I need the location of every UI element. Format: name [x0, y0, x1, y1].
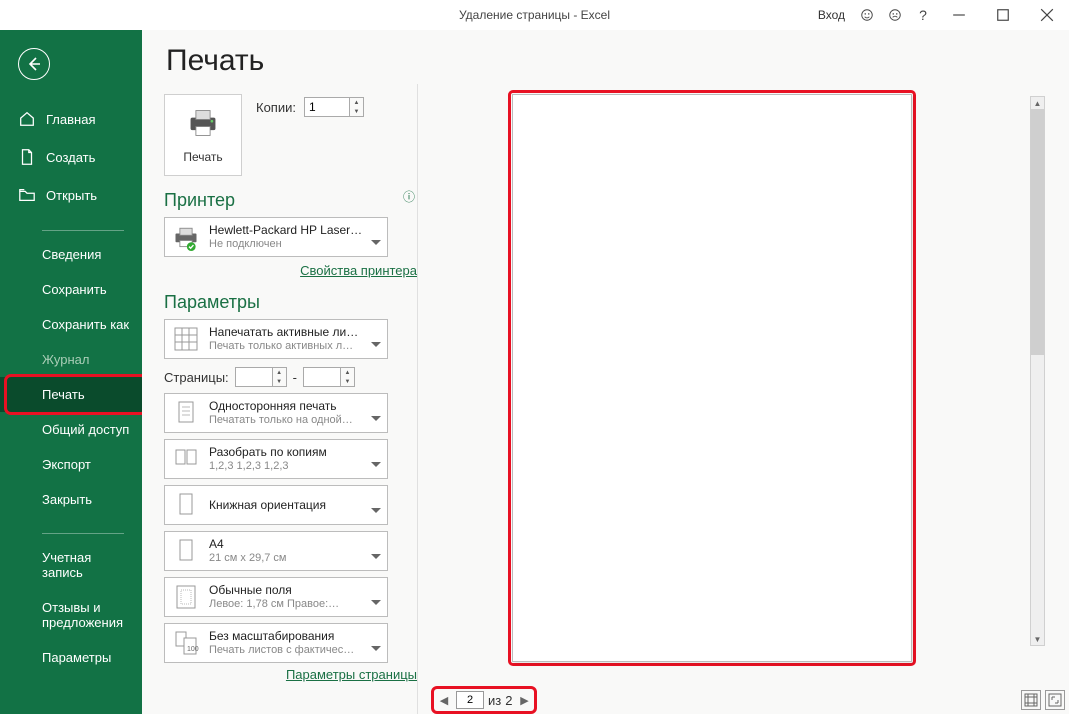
grid-icon — [171, 325, 201, 353]
print-button[interactable]: Печать — [164, 94, 242, 176]
sidebar-item-share[interactable]: Общий доступ — [0, 412, 142, 447]
margins-select[interactable]: Обычные поляЛевое: 1,78 см Правое:… — [164, 577, 388, 617]
printer-status: Не подключен — [209, 238, 363, 251]
of-label: из — [488, 693, 501, 708]
sidebar-item-options[interactable]: Параметры — [0, 640, 142, 675]
sidebar-item-open[interactable]: Открыть — [0, 176, 142, 214]
face-smile-icon[interactable] — [853, 0, 881, 30]
scroll-down-icon[interactable]: ▼ — [1031, 633, 1044, 645]
maximize-button[interactable] — [981, 0, 1025, 30]
copies-label: Копии: — [256, 100, 296, 115]
page-single-icon — [171, 399, 201, 427]
pager: ◀ из 2 ▶ — [436, 691, 532, 709]
printer-section-title: Принтер — [164, 190, 401, 211]
print-what-select[interactable]: Напечатать активные листыПечать только а… — [164, 319, 388, 359]
copies-input[interactable] — [304, 97, 350, 117]
page-title: Печать — [142, 30, 1069, 84]
current-page-input[interactable] — [456, 691, 484, 709]
face-frown-icon[interactable] — [881, 0, 909, 30]
a4-icon — [171, 537, 201, 565]
chevron-down-icon — [371, 548, 381, 554]
page-preview — [512, 94, 912, 662]
sidebar-item-close[interactable]: Закрыть — [0, 482, 142, 517]
prev-page-button[interactable]: ◀ — [436, 691, 452, 709]
next-page-button[interactable]: ▶ — [516, 691, 532, 709]
page-setup-link[interactable]: Параметры страницы — [286, 667, 417, 682]
show-margins-button[interactable] — [1021, 690, 1041, 710]
printer-properties-link[interactable]: Свойства принтера — [300, 263, 417, 278]
backstage-sidebar: Главная Создать Открыть Сведения Сохрани… — [0, 30, 142, 714]
chevron-down-icon — [371, 410, 381, 416]
portrait-icon — [171, 491, 201, 519]
chevron-down-icon — [371, 594, 381, 600]
duplex-select[interactable]: Односторонняя печатьПечатать только на о… — [164, 393, 388, 433]
params-section-title: Параметры — [164, 292, 417, 313]
fit-to-page-button[interactable] — [1045, 690, 1065, 710]
signin-link[interactable]: Вход — [810, 8, 853, 22]
divider — [42, 533, 124, 534]
spinner-down-icon[interactable]: ▼ — [350, 107, 363, 116]
window-title: Удаление страницы - Excel — [459, 8, 610, 22]
collate-select[interactable]: Разобрать по копиям1,2,3 1,2,3 1,2,3 — [164, 439, 388, 479]
spinner-up-icon[interactable]: ▲ — [350, 98, 363, 107]
page-from-spinner[interactable]: ▲▼ — [235, 367, 287, 387]
back-button[interactable] — [18, 48, 50, 80]
sidebar-item-print[interactable]: Печать — [0, 377, 142, 412]
orientation-select[interactable]: Книжная ориентация — [164, 485, 388, 525]
scaling-select[interactable]: 100 Без масштабированияПечать листов с ф… — [164, 623, 388, 663]
scroll-up-icon[interactable]: ▲ — [1031, 97, 1044, 109]
scrollbar[interactable]: ▲ ▼ — [1030, 96, 1045, 646]
scaling-icon: 100 — [171, 629, 201, 657]
divider — [42, 230, 124, 231]
chevron-down-icon — [371, 456, 381, 462]
close-button[interactable] — [1025, 0, 1069, 30]
sidebar-item-home[interactable]: Главная — [0, 100, 142, 138]
printer-name: Hewlett-Packard HP LaserJe… — [209, 223, 363, 237]
chevron-down-icon — [371, 234, 381, 240]
dash: - — [293, 370, 297, 385]
printer-icon — [185, 107, 221, 142]
minimize-button[interactable] — [937, 0, 981, 30]
printer-select[interactable]: Hewlett-Packard HP LaserJe…Не подключен — [164, 217, 388, 257]
info-icon[interactable]: ⓘ — [401, 189, 417, 205]
svg-text:100: 100 — [187, 646, 199, 653]
scrollbar-thumb[interactable] — [1031, 109, 1044, 355]
sidebar-item-history[interactable]: Журнал — [0, 342, 142, 377]
sidebar-item-save[interactable]: Сохранить — [0, 272, 142, 307]
total-pages: 2 — [505, 693, 512, 708]
print-button-label: Печать — [183, 150, 222, 164]
sidebar-item-saveas[interactable]: Сохранить как — [0, 307, 142, 342]
copies-spinner[interactable]: ▲▼ — [304, 97, 364, 117]
sidebar-item-account[interactable]: Учетная запись — [0, 540, 142, 590]
chevron-down-icon — [371, 336, 381, 342]
page-to-spinner[interactable]: ▲▼ — [303, 367, 355, 387]
collate-icon — [171, 445, 201, 473]
printer-small-icon — [171, 223, 201, 251]
chevron-down-icon — [371, 640, 381, 646]
help-button[interactable]: ? — [909, 0, 937, 30]
sidebar-item-export[interactable]: Экспорт — [0, 447, 142, 482]
margins-icon — [171, 583, 201, 611]
sidebar-item-info[interactable]: Сведения — [0, 237, 142, 272]
sidebar-item-new[interactable]: Создать — [0, 138, 142, 176]
paper-select[interactable]: A421 см x 29,7 см — [164, 531, 388, 571]
pages-label: Страницы: — [164, 370, 229, 385]
sidebar-item-feedback[interactable]: Отзывы и предложения — [0, 590, 142, 640]
chevron-down-icon — [371, 502, 381, 508]
